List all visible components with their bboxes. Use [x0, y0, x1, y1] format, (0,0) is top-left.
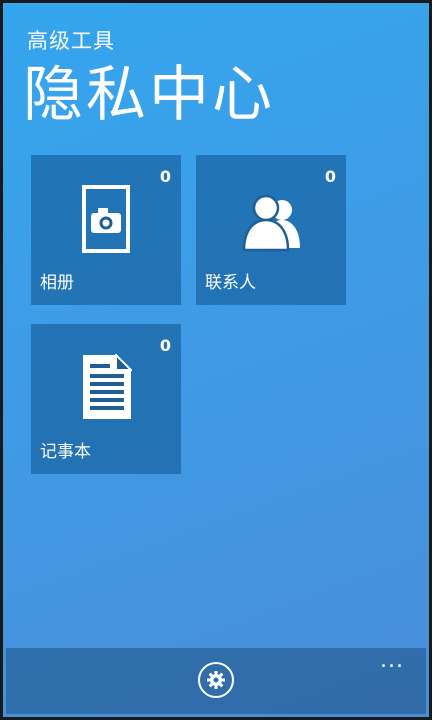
- app-subtitle: 高级工具: [27, 29, 115, 53]
- more-button[interactable]: ...: [380, 650, 404, 672]
- app-bar: ...: [6, 648, 426, 714]
- photo-album-icon: [82, 185, 130, 253]
- privacy-center-screen: 高级工具 隐私中心 0 相册 0 联系人 0 记事本 ...: [0, 0, 432, 720]
- settings-button[interactable]: [198, 662, 234, 698]
- tile-album-label: 相册: [40, 273, 74, 293]
- tile-album[interactable]: 0 相册: [31, 155, 181, 305]
- tile-contacts-label: 联系人: [205, 273, 256, 293]
- tile-album-count: 0: [159, 167, 171, 186]
- tile-notepad-label: 记事本: [40, 442, 91, 462]
- tile-contacts[interactable]: 0 联系人: [196, 155, 346, 305]
- gear-icon: [207, 671, 225, 689]
- notepad-icon: [83, 354, 132, 419]
- tile-contacts-count: 0: [324, 167, 336, 186]
- contacts-icon: [242, 194, 300, 252]
- tile-notepad-count: 0: [159, 336, 171, 355]
- tile-notepad[interactable]: 0 记事本: [31, 324, 181, 474]
- page-title: 隐私中心: [23, 60, 275, 130]
